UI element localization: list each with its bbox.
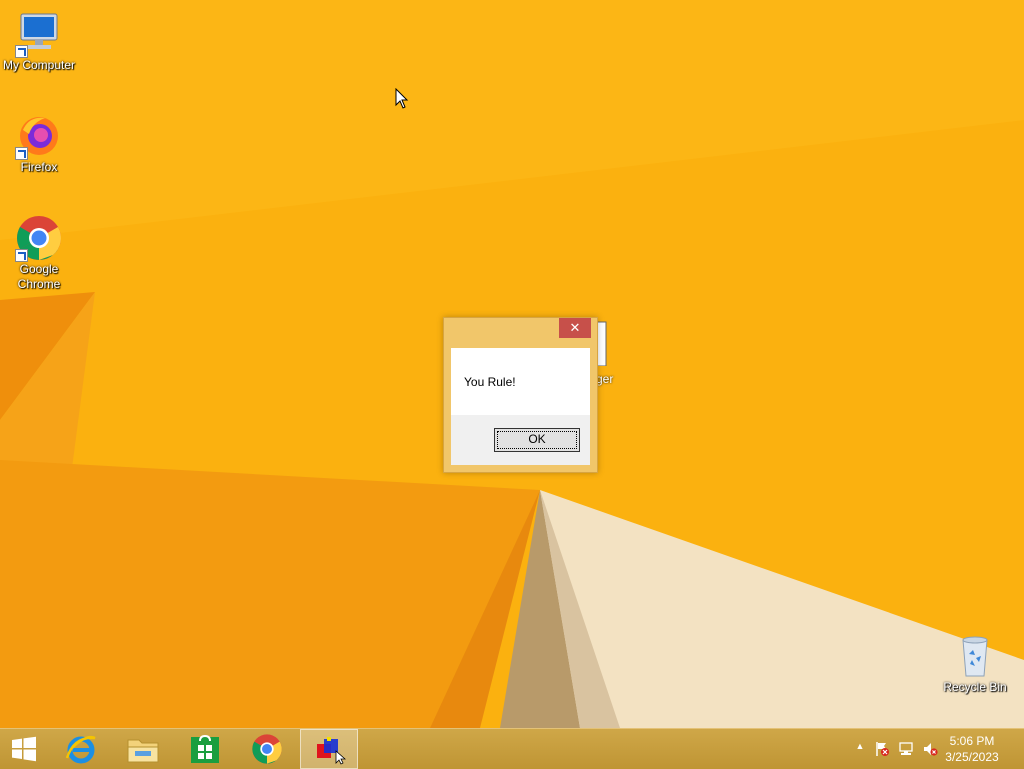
- desktop-icon-label: Google Chrome: [17, 262, 61, 291]
- dialog-client-area: You Rule! OK: [451, 348, 590, 465]
- app-blocks-icon: [317, 737, 346, 765]
- desktop-icon-label: My Computer: [2, 58, 76, 72]
- desktop-icon-firefox[interactable]: Firefox: [0, 112, 78, 175]
- ok-button[interactable]: OK: [494, 428, 580, 452]
- dialog-message-area: You Rule!: [451, 348, 590, 415]
- chrome-icon: [252, 734, 282, 764]
- taskbar-store[interactable]: [176, 729, 234, 769]
- dialog-message: You Rule!: [464, 375, 516, 389]
- close-icon: ✕: [569, 320, 581, 335]
- desktop-icon-my-computer[interactable]: My Computer: [0, 10, 78, 73]
- mouse-cursor-icon: [395, 88, 409, 109]
- windows-logo-icon: [12, 736, 36, 762]
- clock-time: 5:06 PM: [949, 734, 995, 748]
- start-button[interactable]: [0, 729, 48, 769]
- volume-muted-icon[interactable]: [922, 741, 938, 757]
- taskbar: ▲ 5:06 PM 3/25/2023: [0, 728, 1024, 769]
- desktop-icon-label: Recycle Bin: [943, 680, 1007, 694]
- taskbar-running-app[interactable]: [300, 729, 358, 769]
- store-icon: [191, 734, 219, 763]
- computer-icon: [15, 10, 63, 58]
- taskbar-chrome[interactable]: [238, 729, 296, 769]
- clock-date: 3/25/2023: [945, 750, 999, 764]
- desktop-icon-recycle-bin[interactable]: Recycle Bin: [936, 632, 1014, 695]
- network-icon[interactable]: [898, 741, 914, 757]
- desktop-icon-label: Firefox: [20, 160, 58, 174]
- folder-icon: [127, 739, 159, 763]
- close-button[interactable]: ✕: [559, 318, 591, 338]
- ie-icon: [65, 735, 96, 764]
- message-dialog: ✕ You Rule! OK: [443, 317, 598, 473]
- taskbar-internet-explorer[interactable]: [52, 729, 110, 769]
- taskbar-clock[interactable]: 5:06 PM 3/25/2023: [942, 733, 1002, 765]
- desktop-icon-google-chrome[interactable]: Google Chrome: [0, 214, 78, 292]
- taskbar-file-explorer[interactable]: [114, 729, 172, 769]
- action-center-flag-icon[interactable]: [874, 741, 890, 757]
- firefox-icon: [15, 112, 63, 160]
- show-hidden-icons-button[interactable]: ▲: [852, 741, 868, 757]
- chrome-icon: [15, 214, 63, 262]
- recycle-bin-icon: [951, 632, 999, 680]
